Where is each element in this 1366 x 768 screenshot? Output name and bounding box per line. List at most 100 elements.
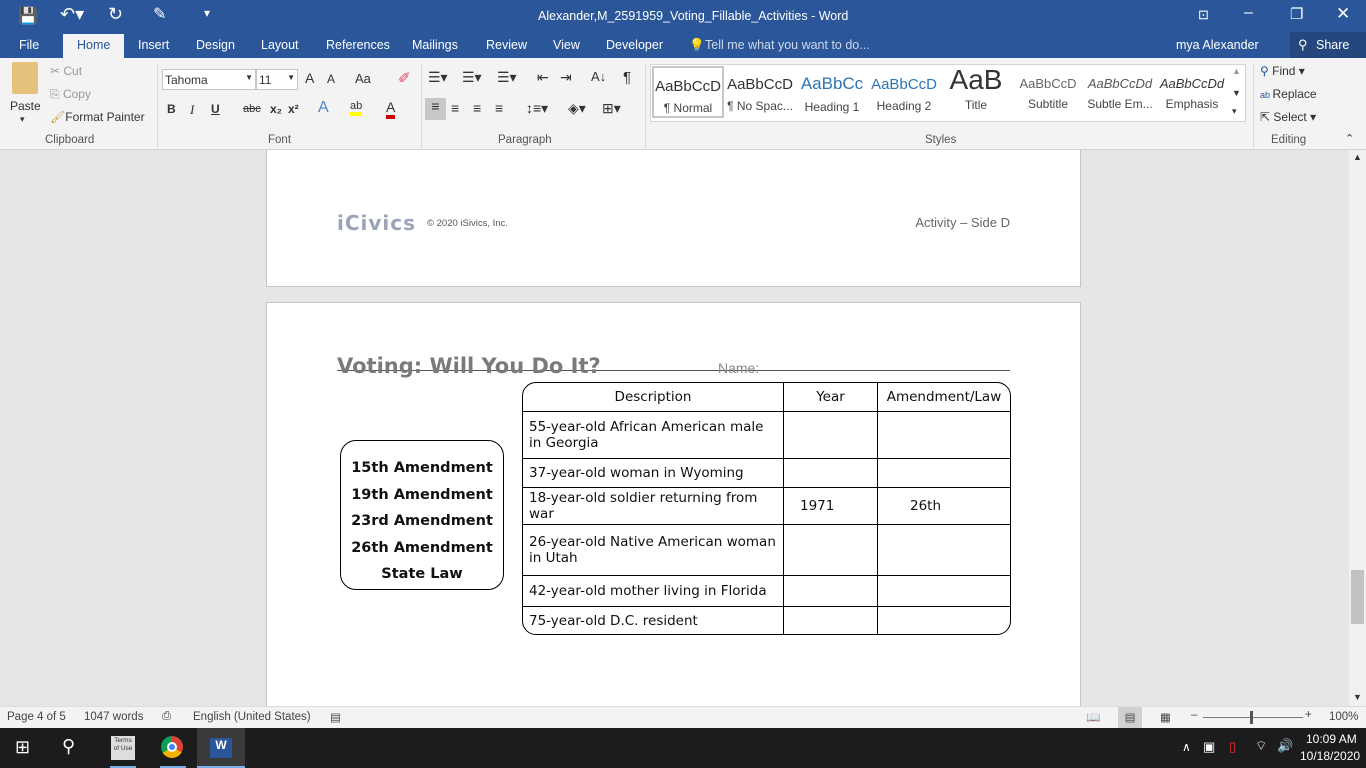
shrink-font-icon[interactable]: A (327, 72, 335, 86)
style-subtitle[interactable]: AaBbCcD Subtitle (1012, 66, 1084, 118)
highlight-icon[interactable]: ab (350, 100, 363, 116)
proofing-icon[interactable]: ⎙ (162, 710, 171, 723)
paste-button[interactable]: Paste (10, 99, 41, 113)
share-button[interactable]: ⚲ Share (1290, 32, 1366, 58)
multilevel-list-icon[interactable]: ☰▾ (497, 69, 517, 86)
zoom-out-icon[interactable]: – (1191, 709, 1197, 721)
style-heading-1[interactable]: AaBbCc Heading 1 (796, 66, 868, 118)
zoom-slider[interactable] (1203, 717, 1303, 718)
line-spacing-icon[interactable]: ↕≡▾ (526, 100, 548, 117)
paste-dropdown-icon[interactable]: ▾ (20, 114, 25, 125)
tab-view[interactable]: View (553, 38, 580, 52)
decrease-indent-icon[interactable]: ⇤ (537, 69, 549, 86)
amendment-field[interactable] (878, 576, 1010, 607)
cut-button[interactable]: ✂ Cut (50, 64, 82, 78)
increase-indent-icon[interactable]: ⇥ (560, 69, 572, 86)
change-case-button[interactable]: Aa (355, 71, 371, 86)
zoom-level[interactable]: 100% (1329, 711, 1358, 723)
amendment-field[interactable] (878, 607, 1010, 634)
zoom-slider-thumb[interactable] (1250, 711, 1253, 724)
device-icon[interactable]: ▣ (1203, 739, 1215, 755)
tab-file[interactable]: File (19, 38, 39, 52)
customize-qat-icon[interactable]: ▾ (204, 6, 210, 20)
tab-layout[interactable]: Layout (261, 38, 299, 52)
user-name[interactable]: mya Alexander (1176, 38, 1259, 52)
year-field[interactable] (784, 525, 878, 576)
bullets-icon[interactable]: ☰▾ (428, 69, 448, 86)
terms-of-use-app[interactable]: Terms of Use (111, 736, 135, 760)
italic-button[interactable]: I (190, 102, 194, 118)
vertical-scrollbar[interactable]: ▲ ▼ (1349, 150, 1366, 706)
styles-scroll-up-icon[interactable]: ▲ (1232, 66, 1241, 76)
copy-button[interactable]: ⎘ Copy (50, 87, 91, 102)
scroll-thumb[interactable] (1351, 570, 1364, 624)
scroll-up-icon[interactable]: ▲ (1353, 152, 1362, 162)
windows-start-icon[interactable]: ⊞ (15, 737, 30, 758)
web-layout-icon[interactable]: ▦ (1160, 710, 1171, 724)
year-field[interactable] (784, 607, 878, 634)
close-button[interactable]: ✕ (1336, 4, 1350, 24)
styles-more-icon[interactable]: ▾ (1232, 106, 1237, 117)
replace-button[interactable]: ab Replace (1260, 87, 1317, 101)
tab-review[interactable]: Review (486, 38, 527, 52)
numbering-icon[interactable]: ☰▾ (462, 69, 482, 86)
sort-icon[interactable]: A↓ (591, 69, 606, 84)
wifi-icon[interactable]: ⌔ (1255, 738, 1267, 754)
battery-icon[interactable]: ▯ (1229, 739, 1236, 755)
ribbon-display-icon[interactable]: ⊡ (1198, 7, 1209, 23)
save-icon[interactable]: 💾 (18, 6, 38, 26)
clock-time[interactable]: 10:09 AM (1306, 732, 1357, 746)
tab-home[interactable]: Home (63, 34, 125, 58)
paste-icon[interactable] (12, 62, 38, 94)
language[interactable]: English (United States) (193, 711, 311, 723)
search-icon[interactable]: ⚲ (62, 736, 75, 757)
style-emphasis[interactable]: AaBbCcDd Emphasis (1156, 66, 1228, 118)
chrome-icon[interactable] (161, 736, 183, 758)
draw-icon[interactable]: ✎ (153, 4, 166, 24)
justify-icon[interactable]: ≡ (495, 100, 503, 116)
undo-icon[interactable]: ↶▾ (60, 4, 84, 25)
amendment-field[interactable] (878, 459, 1010, 488)
tab-developer[interactable]: Developer (606, 38, 663, 52)
amendment-field[interactable] (878, 412, 1010, 459)
page-indicator[interactable]: Page 4 of 5 (7, 711, 66, 723)
align-left-icon[interactable]: ≡ (425, 98, 446, 120)
style-no-spacing[interactable]: AaBbCcD ¶ No Spac... (724, 66, 796, 118)
borders-icon[interactable]: ⊞▾ (602, 100, 621, 117)
font-name-select[interactable]: Tahoma ▼ (162, 69, 256, 90)
zoom-in-icon[interactable]: + (1305, 709, 1312, 721)
style-heading-2[interactable]: AaBbCcD Heading 2 (868, 66, 940, 118)
tab-insert[interactable]: Insert (138, 38, 169, 52)
restore-button[interactable]: ❐ (1290, 5, 1303, 23)
clear-formatting-icon[interactable]: ✐ (398, 69, 411, 87)
collapse-ribbon-icon[interactable]: ⌃ (1345, 132, 1354, 145)
year-field[interactable] (784, 412, 878, 459)
font-color-icon[interactable]: A (386, 99, 396, 119)
style-normal[interactable]: AaBbCcD ¶ Normal (652, 66, 724, 118)
scroll-down-icon[interactable]: ▼ (1353, 692, 1362, 702)
bold-button[interactable]: B (167, 102, 176, 116)
grow-font-icon[interactable]: A (305, 70, 314, 86)
print-layout-icon[interactable]: ▤ (1118, 707, 1142, 728)
subscript-button[interactable]: x₂ (270, 102, 282, 116)
minimize-button[interactable]: – (1244, 4, 1253, 22)
align-center-icon[interactable]: ≡ (451, 100, 459, 116)
redo-icon[interactable]: ↻ (108, 4, 123, 25)
macro-icon[interactable]: ▤ (330, 710, 341, 724)
text-effects-icon[interactable]: A (318, 99, 329, 117)
year-field[interactable] (784, 576, 878, 607)
year-field[interactable]: 1971 (784, 488, 878, 525)
clock-date[interactable]: 10/18/2020 (1300, 749, 1360, 763)
tab-references[interactable]: References (326, 38, 390, 52)
superscript-button[interactable]: x² (288, 102, 299, 116)
shading-icon[interactable]: ◈▾ (568, 100, 586, 117)
year-field[interactable] (784, 459, 878, 488)
style-title[interactable]: AaB Title (940, 64, 1012, 118)
find-button[interactable]: ⚲ Find ▾ (1260, 64, 1305, 78)
tell-me-input[interactable]: Tell me what you want to do... (705, 38, 870, 52)
word-count[interactable]: 1047 words (84, 711, 143, 723)
word-taskbar-button[interactable]: W (197, 728, 245, 768)
format-painter-button[interactable]: 🖌Format Painter (50, 110, 145, 124)
volume-icon[interactable]: 🔊 (1277, 738, 1293, 754)
show-hidden-icons[interactable]: ∧ (1182, 740, 1191, 754)
